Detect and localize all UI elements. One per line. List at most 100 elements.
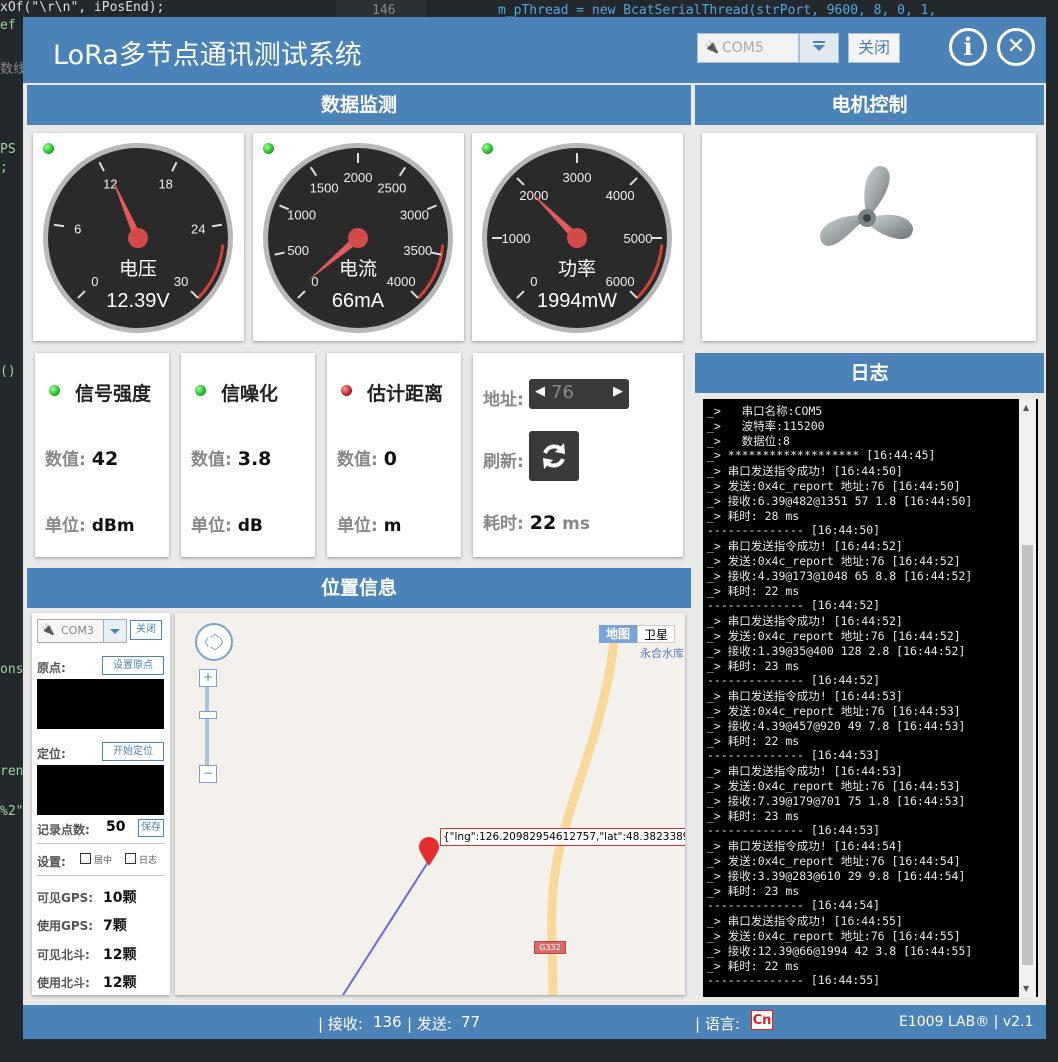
increment-icon[interactable]: ▶ — [613, 384, 623, 399]
log-console[interactable]: _> 串口名称:COM5 _> 波特率:115200 _> 数据位:8 _> ****… — [703, 399, 1038, 997]
voltage-gauge: 0 6 12 18 24 30 电压 12.39V — [43, 143, 233, 333]
center-checkbox[interactable]: 居中 — [80, 853, 112, 866]
language-button[interactable]: Cn — [751, 1010, 773, 1030]
info-icon[interactable]: i — [949, 28, 987, 66]
refresh-icon — [543, 443, 565, 469]
ide-code-fragment: ren — [0, 764, 24, 779]
log-line: _> 耗时: 23 ms — [707, 809, 800, 823]
save-button[interactable]: 保存 — [138, 819, 164, 837]
recv-count: 136 — [373, 1013, 402, 1031]
log-line: -------------- [16:44:52] — [707, 598, 881, 612]
motor-panel: 正转 反转 停止 — [702, 133, 1036, 436]
plug-icon: 🔌 — [704, 40, 719, 54]
port-close-button[interactable]: 关闭 — [848, 33, 900, 63]
port-dropdown-button[interactable] — [799, 33, 839, 63]
port-select-value: COM5 — [722, 40, 764, 56]
recv-label: | 接收: — [318, 1015, 363, 1033]
log-header: 日志 — [695, 353, 1044, 393]
chevron-down-icon — [110, 629, 120, 634]
port-select[interactable]: 🔌 COM5 — [697, 33, 799, 63]
tab-satellite[interactable]: 卫星 — [637, 625, 675, 643]
pan-right-icon[interactable]: 〉 — [219, 634, 229, 649]
gauge-tick-label: 6000 — [606, 274, 635, 289]
gauge-hub — [348, 228, 368, 248]
chevron-down-icon — [813, 41, 825, 51]
map-view[interactable]: ︿ ﹀ 〈 〉 + − 地图 卫星 永合水库 G332 {"lng":126.2… — [175, 613, 685, 995]
map-marker-icon[interactable] — [418, 837, 440, 867]
voltage-gauge-panel: 0 6 12 18 24 30 电压 12.39V — [33, 133, 244, 341]
zoom-out-button[interactable]: − — [199, 765, 217, 783]
tab-map[interactable]: 地图 — [599, 625, 637, 643]
scroll-down-icon[interactable]: ▼ — [1023, 984, 1029, 993]
value-row: 数值: 3.8 — [191, 448, 272, 470]
gauge-tick-label: 500 — [287, 243, 309, 258]
gps-used-label: 使用GPS: — [37, 919, 94, 933]
address-card: 地址: ◀ 76 ▶ 刷新: 耗时: 22 ms — [473, 353, 683, 557]
log-line: _> 串口发送指令成功! [16:44:53] — [707, 689, 903, 703]
value-row: 数值: 42 — [45, 448, 119, 470]
title-bar: LoRa多节点通讯测试系统 🔌 COM5 关闭 i ✕ — [23, 17, 1046, 83]
refresh-label: 刷新: — [483, 452, 524, 472]
beidou-used-value: 12颗 — [103, 975, 137, 991]
ide-code-fragment: xOf("\r\n", iPosEnd); — [0, 0, 165, 15]
card-title: 估计距离 — [367, 383, 444, 405]
language-label: | 语言: — [695, 1015, 740, 1033]
origin-label: 原点: — [37, 661, 66, 675]
gps-port-dropdown[interactable] — [103, 619, 127, 643]
send-count: 77 — [461, 1013, 481, 1031]
map-pan-control[interactable]: ︿ ﹀ 〈 〉 — [195, 623, 233, 661]
log-line: -------------- [16:44:50] — [707, 523, 881, 537]
zoom-slider-handle[interactable] — [199, 711, 217, 719]
signal-unit: dBm — [91, 516, 135, 536]
zoom-in-button[interactable]: + — [199, 669, 217, 687]
address-value: 76 — [551, 382, 574, 403]
gauge-tick-label: 6 — [74, 221, 81, 236]
close-icon[interactable]: ✕ — [997, 28, 1035, 66]
gauge-tick-label: 1000 — [287, 208, 316, 223]
log-line: _> 发送:0x4c_report 地址:76 [16:44:52] — [707, 629, 961, 643]
locate-label: 定位: — [37, 747, 66, 761]
pan-left-icon[interactable]: 〈 — [199, 634, 209, 649]
current-gauge: 0 500 1000 1500 2000 2500 3000 3500 4000 电流 66mA — [263, 143, 453, 333]
log-line: _> 耗时: 22 ms — [707, 584, 800, 598]
snr-card: 信噪化 数值: 3.8 单位: dB — [181, 353, 315, 557]
log-line: _> 接收:7.39@179@701 75 1.8 [16:44:53] — [707, 794, 966, 808]
power-gauge-panel: 0100020003000400050006000功率1994mW — [472, 133, 683, 341]
log-line: _> 耗时: 22 ms — [707, 959, 800, 973]
divider — [37, 843, 165, 844]
gauge-value: 12.39V — [106, 290, 170, 312]
gps-close-button[interactable]: 关闭 — [130, 620, 162, 640]
scroll-thumb[interactable] — [1022, 545, 1033, 965]
gps-visible-label: 可见GPS: — [37, 891, 94, 905]
zoom-track[interactable] — [205, 687, 209, 765]
log-line: _> 串口名称:COM5 — [707, 404, 823, 418]
plug-icon: 🔌 — [41, 623, 55, 636]
gauge-tick-label: 3000 — [563, 170, 592, 185]
decrement-icon[interactable]: ◀ — [535, 384, 545, 399]
log-checkbox[interactable]: 日志 — [125, 853, 157, 866]
log-line: -------------- [16:44:55] — [707, 973, 881, 987]
log-line: _> 接收:4.39@173@1048 65 8.8 [16:44:52] — [707, 569, 973, 583]
gauge-tick-label: 30 — [174, 274, 188, 289]
ide-code-line: m_pThread = new BcatSerialThread(strPort… — [498, 3, 937, 18]
ide-code-fragment: ons — [0, 662, 24, 677]
address-spinner[interactable]: ◀ 76 ▶ — [529, 379, 629, 409]
scroll-up-icon[interactable]: ▲ — [1023, 403, 1029, 412]
start-locate-button[interactable]: 开始定位 — [102, 742, 164, 761]
set-origin-button[interactable]: 设置原点 — [102, 656, 164, 675]
snr-value: 3.8 — [237, 448, 272, 470]
elapsed-value: 22 — [529, 512, 557, 534]
refresh-button[interactable] — [529, 431, 579, 481]
log-line: _> 发送:0x4c_report 地址:76 [16:44:55] — [707, 929, 961, 943]
gps-port-select[interactable]: 🔌 COM3 — [37, 619, 105, 643]
distance-unit: m — [383, 516, 402, 536]
gps-visible-value: 10颗 — [103, 890, 137, 906]
elapsed-row: 耗时: 22 ms — [483, 512, 590, 534]
beidou-visible-label: 可见北斗: — [37, 948, 90, 962]
log-scrollbar[interactable]: ▲ ▼ — [1019, 399, 1036, 997]
snr-unit: dB — [237, 516, 263, 536]
status-led — [49, 385, 60, 396]
log-line: _> 串口发送指令成功! [16:44:52] — [707, 614, 903, 628]
unit-row: 单位: m — [337, 516, 402, 536]
log-line: _> 发送:0x4c_report 地址:76 [16:44:54] — [707, 854, 961, 868]
